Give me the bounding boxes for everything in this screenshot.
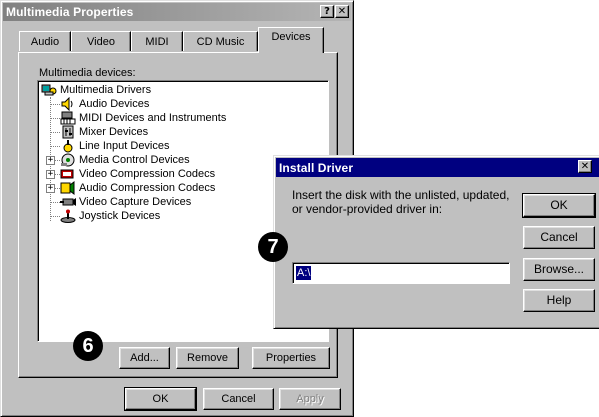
line-input-icon [60,139,76,153]
mixer-icon [60,125,76,139]
tree-item-video-compression-codecs[interactable]: Video Compression Codecs [60,167,215,181]
close-dialog-button[interactable]: ✕ [578,160,592,173]
joystick-icon [60,209,76,223]
properties-button[interactable]: Properties [252,347,330,369]
tree-item-audio-compression-codecs[interactable]: Audio Compression Codecs [60,181,215,195]
tree-item-line-input-devices[interactable]: Line Input Devices [60,139,170,153]
tree-item-joystick-devices[interactable]: Joystick Devices [60,209,160,223]
expand-audio-codecs-icon[interactable]: + [46,184,55,193]
media-control-icon [60,153,76,167]
close-title-button[interactable]: ✕ [335,5,349,18]
browse-button[interactable]: Browse... [523,258,595,281]
tree-item-audio-devices[interactable]: Audio Devices [60,96,149,112]
step-6-callout: 6 [73,331,103,361]
tree-item-mixer-devices[interactable]: Mixer Devices [60,125,148,139]
tab-audio[interactable]: Audio [19,31,71,51]
tree-item-media-control-devices[interactable]: Media Control Devices [60,153,190,167]
install-ok-button[interactable]: OK [522,193,596,218]
expand-video-codecs-icon[interactable]: + [46,170,55,179]
video-capture-icon [60,195,76,209]
title-bar: Multimedia Properties ? ✕ [3,3,351,21]
apply-button[interactable]: Apply [279,388,341,410]
speaker-icon [60,96,76,112]
window-title: Multimedia Properties [6,5,134,19]
expand-media-control-icon[interactable]: + [46,156,55,165]
tree-item-midi-devices[interactable]: MIDI Devices and Instruments [60,111,226,125]
tree-item-video-capture-devices[interactable]: Video Capture Devices [60,195,191,209]
add-button[interactable]: Add... [119,347,170,369]
cancel-button[interactable]: Cancel [203,388,274,410]
audio-codec-icon [60,181,76,195]
install-driver-dialog: Install Driver ✕ Insert the disk with th… [273,155,599,329]
devices-label: Multimedia devices: [39,67,136,79]
remove-button[interactable]: Remove [176,347,239,369]
multimedia-drivers-icon [41,83,57,97]
install-driver-title-bar: Install Driver ✕ [276,158,599,177]
driver-path-input[interactable]: A:\ [292,262,510,284]
install-cancel-button[interactable]: Cancel [523,226,595,249]
tab-devices[interactable]: Devices [258,27,324,53]
ok-button[interactable]: OK [124,387,197,411]
help-title-button[interactable]: ? [320,5,334,18]
step-7-callout: 7 [258,232,288,262]
tab-midi[interactable]: MIDI [131,31,183,51]
install-driver-title: Install Driver [279,160,354,175]
tab-cd-music[interactable]: CD Music [183,31,258,51]
tab-video[interactable]: Video [71,31,131,51]
tree-item-multimedia-drivers[interactable]: Multimedia Drivers [41,83,151,97]
install-help-button[interactable]: Help [523,289,595,312]
driver-path-value: A:\ [296,266,312,280]
video-codec-icon [60,167,76,181]
install-instructions: Insert the disk with the unlisted, updat… [292,188,510,216]
midi-keyboard-icon [60,111,76,125]
